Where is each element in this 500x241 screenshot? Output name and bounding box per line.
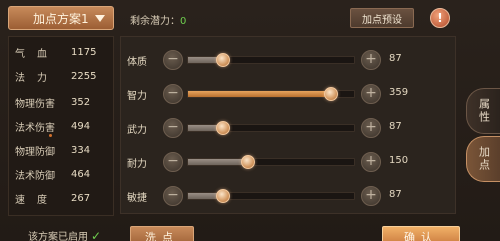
stat-label: 法术伤害	[15, 122, 55, 134]
tab-label: 属性	[477, 98, 491, 124]
attribute-row-strength: 武力 − + 87	[121, 115, 457, 141]
stat-value: 464	[71, 168, 91, 180]
remaining-potential-value: 0	[180, 16, 187, 27]
plan-select-label: 加点方案1	[33, 11, 89, 26]
slider-track[interactable]	[187, 189, 355, 203]
minus-button[interactable]: −	[163, 186, 183, 206]
dropdown-arrow-icon	[95, 15, 105, 22]
tab-attributes[interactable]: 属性	[466, 88, 500, 134]
attribute-value: 87	[389, 53, 402, 64]
slider-track[interactable]	[187, 155, 355, 169]
info-icon[interactable]: !	[430, 8, 450, 28]
stat-label: 法术防御	[15, 170, 55, 182]
stat-value: 1175	[71, 46, 97, 58]
slider-fill	[188, 91, 331, 97]
attribute-row-intelligence: 智力 − + 359	[121, 81, 457, 107]
attribute-label: 敏捷	[127, 193, 147, 204]
minus-button[interactable]: −	[163, 152, 183, 172]
check-icon: ✓	[91, 228, 102, 241]
slider-track[interactable]	[187, 53, 355, 67]
attribute-value: 87	[389, 189, 402, 200]
stat-row-phys-def: 物理防御 334	[15, 141, 111, 159]
confirm-button[interactable]: 确认	[382, 226, 460, 241]
points-panel: 剩余潜力：0 加点预设 ! 体质 − + 87 智力 − + 359 武力 − …	[120, 4, 460, 241]
slider-handle[interactable]	[323, 87, 338, 101]
plus-button[interactable]: +	[361, 186, 381, 206]
attribute-row-agility: 敏捷 − + 87	[121, 183, 457, 209]
remaining-potential: 剩余潜力：0	[130, 12, 186, 27]
stat-label: 物理防御	[15, 146, 55, 158]
slider-track[interactable]	[187, 87, 355, 101]
plan-select-button[interactable]: 加点方案1	[8, 6, 114, 30]
stat-label: 气血	[15, 48, 59, 60]
reset-points-label: 洗点	[145, 231, 179, 241]
tab-add-points[interactable]: 加点	[466, 136, 500, 182]
stat-row-mp: 法力 2255	[15, 67, 111, 85]
attribute-value: 359	[389, 87, 409, 98]
reset-points-button[interactable]: 洗点	[130, 226, 194, 241]
stat-label: 物理伤害	[15, 98, 55, 110]
minus-button[interactable]: −	[163, 84, 183, 104]
stat-row-hp: 气血 1175	[15, 43, 111, 61]
minus-button[interactable]: −	[163, 118, 183, 138]
slider-handle[interactable]	[215, 189, 230, 203]
remaining-potential-label: 剩余潜力：	[130, 16, 180, 27]
attribute-label: 体质	[127, 57, 147, 68]
attribute-label: 耐力	[127, 159, 147, 170]
plan-status: 该方案已启用 ✓	[28, 228, 101, 241]
plus-button[interactable]: +	[361, 50, 381, 70]
attribute-value: 87	[389, 121, 402, 132]
attribute-row-constitution: 体质 − + 87	[121, 47, 457, 73]
attribute-sliders: 体质 − + 87 智力 − + 359 武力 − + 87 耐力 − + 15…	[120, 36, 456, 214]
indicator-dot	[49, 134, 52, 137]
slider-handle[interactable]	[215, 53, 230, 67]
plus-button[interactable]: +	[361, 152, 381, 172]
stat-row-mag-def: 法术防御 464	[15, 165, 111, 183]
attribute-row-endurance: 耐力 − + 150	[121, 149, 457, 175]
stat-value: 334	[71, 144, 91, 156]
attribute-label: 武力	[127, 125, 147, 136]
slider-handle[interactable]	[215, 121, 230, 135]
stat-row-mag-atk: 法术伤害 494	[15, 117, 111, 135]
stat-label: 速度	[15, 194, 59, 206]
stat-label: 法力	[15, 72, 59, 84]
preset-button-label: 加点预设	[362, 14, 402, 26]
plus-button[interactable]: +	[361, 118, 381, 138]
tab-label: 加点	[477, 146, 491, 172]
plan-status-text: 该方案已启用	[28, 232, 88, 241]
plus-button[interactable]: +	[361, 84, 381, 104]
stat-value: 494	[71, 120, 91, 132]
stats-panel: 加点方案1 气血 1175 法力 2255 物理伤害 352 法术伤害 494 …	[8, 6, 114, 241]
stat-row-speed: 速度 267	[15, 189, 111, 207]
minus-button[interactable]: −	[163, 50, 183, 70]
slider-handle[interactable]	[240, 155, 255, 169]
slider-fill	[188, 159, 248, 165]
stat-value: 352	[71, 96, 91, 108]
stat-value: 267	[71, 192, 91, 204]
attribute-label: 智力	[127, 91, 147, 102]
slider-track[interactable]	[187, 121, 355, 135]
attribute-value: 150	[389, 155, 409, 166]
stat-row-phys-atk: 物理伤害 352	[15, 93, 111, 111]
preset-button[interactable]: 加点预设	[350, 8, 414, 28]
stats-list: 气血 1175 法力 2255 物理伤害 352 法术伤害 494 物理防御 3…	[8, 36, 114, 216]
stat-value: 2255	[71, 70, 97, 82]
attribute-panel: 加点方案1 气血 1175 法力 2255 物理伤害 352 法术伤害 494 …	[0, 0, 500, 241]
confirm-label: 确认	[404, 231, 438, 241]
